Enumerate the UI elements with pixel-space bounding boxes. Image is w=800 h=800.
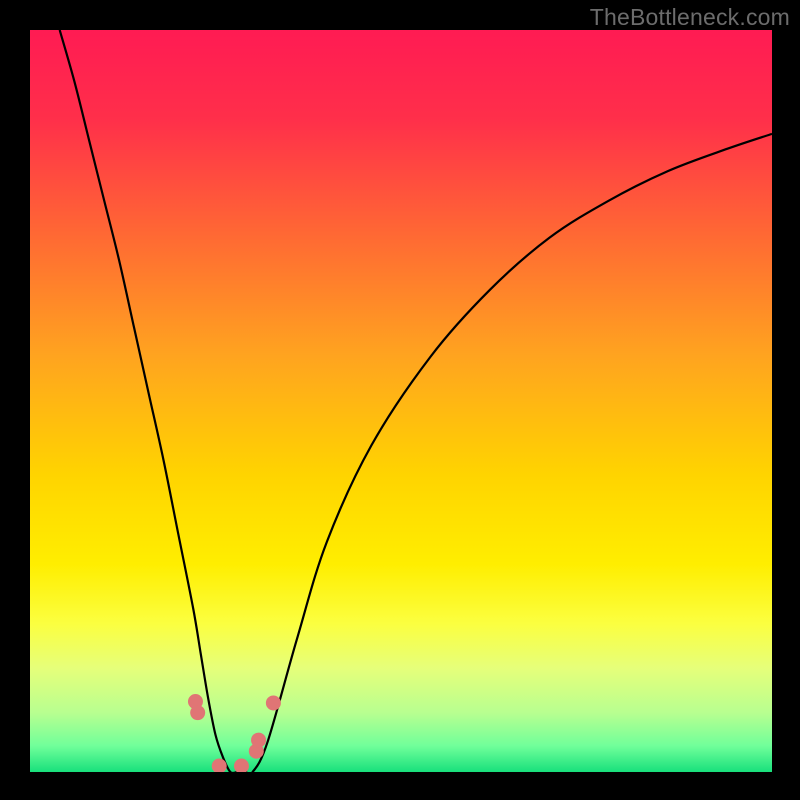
data-marker bbox=[190, 705, 205, 720]
chart-svg bbox=[30, 30, 772, 772]
gradient-background bbox=[30, 30, 772, 772]
data-marker bbox=[266, 695, 281, 710]
plot-area bbox=[30, 30, 772, 772]
data-marker bbox=[251, 733, 266, 748]
chart-container: TheBottleneck.com bbox=[0, 0, 800, 800]
attribution-label: TheBottleneck.com bbox=[590, 4, 790, 31]
